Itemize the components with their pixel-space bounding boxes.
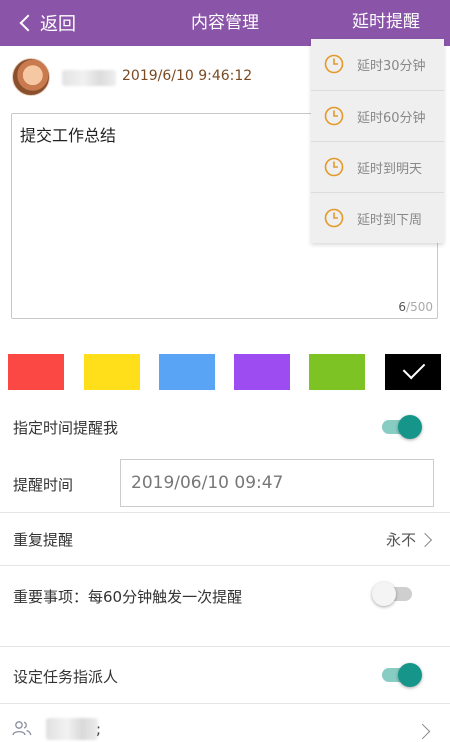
blurred-username (62, 70, 116, 86)
delay-menu-item-60min[interactable]: 延时60分钟 (311, 91, 444, 142)
clock-icon (324, 54, 344, 74)
important-toggle[interactable] (372, 582, 412, 606)
color-swatch-purple[interactable] (234, 354, 290, 390)
repeat-value-text: 永不 (385, 531, 416, 549)
important-row: 重要事项：每60分钟触发一次提醒 (0, 566, 450, 646)
color-swatch-green[interactable] (309, 354, 365, 390)
assignee-picker[interactable]: ; (0, 704, 450, 742)
delay-menu-label: 延时30分钟 (357, 59, 426, 74)
char-count-max: /500 (406, 300, 433, 314)
assignee-label: 设定任务指派人 (13, 668, 119, 686)
remind-time-label: 提醒时间 (13, 476, 74, 494)
remind-me-toggle[interactable] (382, 415, 422, 439)
delay-menu: 延时30分钟 延时60分钟 延时到明天 延时到下周 (311, 39, 444, 243)
remind-me-row: 指定时间提醒我 (0, 405, 450, 451)
clock-icon (324, 157, 344, 177)
char-counter: 6/500 (398, 300, 433, 314)
people-icon (12, 721, 32, 736)
clock-icon (324, 106, 344, 126)
important-label: 重要事项：每60分钟触发一次提醒 (13, 588, 243, 606)
assignee-toggle[interactable] (382, 663, 422, 687)
chevron-left-icon (19, 14, 37, 32)
remind-me-label: 指定时间提醒我 (13, 419, 119, 437)
delay-menu-item-tomorrow[interactable]: 延时到明天 (311, 142, 444, 193)
toggle-knob (372, 582, 396, 606)
avatar (12, 58, 50, 96)
back-label: 返回 (40, 14, 76, 35)
color-swatch-yellow[interactable] (84, 354, 140, 390)
toggle-knob (398, 663, 422, 687)
delay-menu-item-30min[interactable]: 延时30分钟 (311, 39, 444, 90)
delay-menu-label: 延时60分钟 (357, 111, 426, 126)
blurred-assignee-name (46, 718, 98, 740)
delay-menu-label: 延时到下周 (357, 213, 423, 228)
chevron-right-icon (414, 723, 431, 740)
clock-icon (324, 208, 344, 228)
toggle-knob (398, 415, 422, 439)
color-swatch-row (0, 354, 450, 390)
color-swatch-black[interactable] (385, 354, 441, 390)
assignee-suffix: ; (96, 720, 102, 738)
chevron-right-icon (417, 532, 433, 547)
remind-time-input[interactable]: 2019/06/10 09:47 (120, 459, 434, 507)
char-count-current: 6 (398, 300, 407, 314)
back-button[interactable]: 返回 (19, 0, 76, 46)
delay-menu-label: 延时到明天 (357, 162, 423, 177)
color-swatch-blue[interactable] (159, 354, 215, 390)
note-datetime: 2019/6/10 9:46:12 (122, 68, 253, 84)
repeat-label: 重复提醒 (13, 531, 74, 549)
color-swatch-red[interactable] (8, 354, 64, 390)
repeat-row[interactable]: 重复提醒 永不 (0, 513, 450, 565)
repeat-value: 永不 (385, 529, 433, 550)
assignee-row: 设定任务指派人 (0, 647, 450, 703)
delay-menu-item-next-week[interactable]: 延时到下周 (311, 193, 444, 244)
